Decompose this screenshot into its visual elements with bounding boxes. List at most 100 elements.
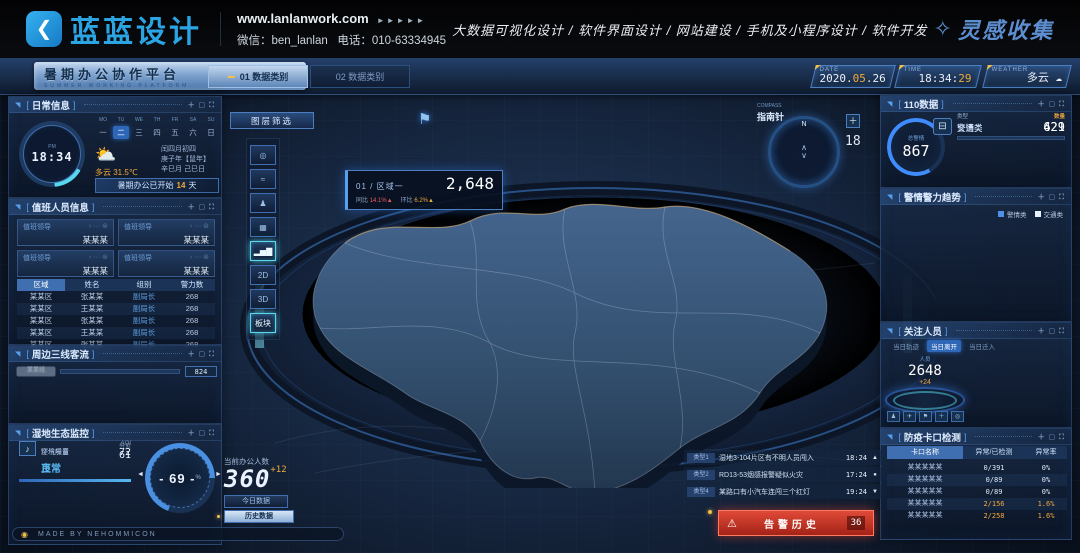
legend-item[interactable]: 警情类 (998, 209, 1027, 219)
zoom-in-button[interactable]: ＋ (846, 114, 860, 128)
alarm-trend-chart[interactable] (887, 219, 1067, 319)
panel-passenger-flow: ◥ [ 周边三线客流 ] ＋ ▢ ⛶ 某某线 2648 某某线 (8, 345, 222, 424)
layer-button-icon: 2D (258, 271, 268, 280)
mom-value: 6.2%▲ (414, 198, 434, 204)
focus-tab[interactable]: 当日离开 (927, 340, 961, 352)
card-person-name: 某某某 (124, 265, 209, 277)
duty-leader-cards: 值班领导› ··· ⊛ 某某某 值班领导› ··· ⊛ 某某某 值班领导› ··… (17, 219, 215, 277)
weekday-cell[interactable]: WE 三 (131, 117, 147, 139)
alarm-type-row: ⊟ 类型数量 交通类421 (957, 112, 1065, 140)
alert-text: 某路口有小汽车连闯三个红灯 (719, 487, 842, 497)
tool-icon[interactable]: ＋ (935, 411, 948, 422)
weekday-cell[interactable]: FR 五 (167, 117, 183, 139)
duty-leader-card[interactable]: 值班领导› ··· ⊛ 某某某 (17, 219, 114, 246)
alert-direction-icon: ▼ (871, 489, 879, 495)
data-category-tab[interactable]: ▬ 02 数据类别 (310, 65, 410, 88)
office-count-chart[interactable] (282, 456, 588, 536)
card-label: 值班领导 (124, 222, 152, 232)
weather-label: WEATHER (992, 67, 1029, 73)
tool-icon[interactable]: ♟ (887, 411, 900, 422)
alert-row[interactable]: 类型1 湿地3-104片区有不明人员闯入 18:24 ▲ (684, 450, 882, 465)
panel-control-icons[interactable]: ＋ ▢ ⛶ (1038, 432, 1065, 442)
data-category-tab[interactable]: ▬ 01 数据类别 (208, 65, 308, 88)
layer-button[interactable]: 3D (250, 289, 276, 309)
weekday-cell[interactable]: SU 日 (203, 117, 219, 139)
weekday-cell[interactable]: SA 六 (185, 117, 201, 139)
panel-control-icons[interactable]: ＋ ▢ ⛶ (1038, 99, 1065, 109)
tab-label: 01 数据类别 (240, 70, 289, 83)
focus-gauge-label: 人员 (883, 355, 967, 363)
lunar-date: 闰四月初四 (161, 145, 210, 155)
layer-button[interactable]: 板块 (250, 313, 276, 333)
duty-leader-card[interactable]: 值班领导› ··· ⊛ 某某某 (17, 250, 114, 277)
alert-list: 类型1 湿地3-104片区有不明人员闯入 18:24 ▲ 类型2 RD13-53… (684, 450, 882, 501)
focus-tab[interactable]: 当日轨迹 (889, 340, 923, 352)
bar-track (60, 369, 180, 374)
panel-control-icons[interactable]: ＋ ▢ ⛶ (188, 100, 215, 110)
site-info: www.lanlanwork.com►►►►► 微信：ben_lanlan 电话… (237, 10, 446, 48)
alert-type-tag: 类型4 (687, 487, 715, 497)
weather-cloud-icon: ⛅ (95, 145, 157, 165)
panel-checkpoint: ◥ [ 防疫卡口检测 ] ＋ ▢ ⛶ 卡口名称 异常/已检测 异常率 某某某某某… (880, 428, 1072, 540)
trend-legend: 警情类 交通类 (998, 209, 1063, 219)
map-flag-marker[interactable]: ⚑ (418, 110, 431, 128)
date-box: DATE 2020.05.26 (810, 65, 896, 88)
website-url[interactable]: www.lanlanwork.com (237, 11, 369, 26)
alert-history-button[interactable]: ⚠ 告警历史 36 (718, 510, 874, 536)
line-name-chip: 某某线 (17, 367, 55, 376)
layer-button-icon: 板块 (255, 318, 271, 329)
duty-leader-card[interactable]: 值班领导› ··· ⊛ 某某某 (118, 250, 215, 277)
active-dot (217, 515, 220, 518)
legend-item[interactable]: 交通类 (1035, 209, 1064, 219)
metric-unit: 分贝 (119, 441, 131, 450)
layer-button[interactable]: ▂▅▇ (250, 241, 276, 261)
alert-row[interactable]: 类型4 某路口有小汽车连闯三个红灯 19:24 ▼ (684, 484, 882, 499)
city-3d-map[interactable] (235, 143, 935, 488)
tool-icon[interactable]: ⚑ (919, 411, 932, 422)
gauge-right-arrow-icon[interactable]: ► (215, 471, 222, 478)
legend-swatch (998, 211, 1004, 217)
weekday-cell[interactable]: TU 二 (113, 117, 129, 139)
panel-control-icons[interactable]: ＋ ▢ ⛶ (188, 202, 215, 212)
card-label: 值班领导 (23, 222, 51, 232)
weekday-cell[interactable]: MO 一 (95, 117, 111, 139)
duty-table-header: 区域姓名 组别警力数 (17, 279, 215, 291)
sparkle-icon: ✧ (934, 16, 952, 42)
layer-button[interactable]: ◎ (250, 145, 276, 165)
duty-leader-card[interactable]: 值班领导› ··· ⊛ 某某某 (118, 219, 215, 246)
today-data-button[interactable]: 今日数据 (224, 495, 288, 508)
zoom-level: 18 (845, 134, 861, 149)
lanlan-logo-icon: ❮ (26, 11, 62, 47)
card-more-icon: › ··· ⊛ (89, 222, 108, 232)
duty-table-row: 某某区张某某 副局长268 (17, 291, 215, 303)
panel-title: 警情警力趋势 (904, 190, 961, 204)
tool-icon[interactable]: ✈ (903, 411, 916, 422)
panel-control-icons[interactable]: ＋ ▢ ⛶ (188, 349, 215, 359)
focus-bar-chart[interactable] (961, 341, 1071, 427)
clock-face: PM 18:34 (23, 125, 81, 183)
weekday-cell[interactable]: TH 四 (149, 117, 165, 139)
card-more-icon: › ··· ⊛ (190, 222, 209, 232)
layer-button[interactable]: 2D (250, 265, 276, 285)
alert-type-tag: 类型1 (687, 453, 715, 463)
panel-control-icons[interactable]: ＋ ▢ ⛶ (1038, 326, 1065, 336)
compass[interactable]: N ∧∨ (768, 116, 840, 188)
layer-button-icon: ▦ (259, 223, 267, 232)
panel-control-icons[interactable]: ＋ ▢ ⛶ (1038, 192, 1065, 202)
layer-button[interactable]: ▦ (250, 217, 276, 237)
panel-daily-info: ◥ [ 日常信息 ] ＋ ▢ ⛶ PM 18:34 MO 一 (8, 96, 222, 198)
time-box: TIME 18:34:29 (894, 65, 982, 88)
layer-button[interactable]: ≈ (250, 169, 276, 189)
panel-title: 关注人员 (904, 324, 942, 338)
alert-row[interactable]: 类型2 RD13-53烟感报警疑似火灾 17:24 ● (684, 467, 882, 482)
duty-table-row: 某某区王某某 副局长268 (17, 327, 215, 339)
layer-button[interactable]: ♟ (250, 193, 276, 213)
inspiration-collect[interactable]: ✧ 灵感收集 (934, 13, 1054, 45)
panel-control-icons[interactable]: ＋ ▢ ⛶ (188, 428, 215, 438)
watermark-text: MADE BY NEHOMMICON (38, 531, 157, 538)
alert-type-tag: 类型2 (687, 470, 715, 480)
north-indicator: N (801, 121, 806, 128)
metric-icon: ♪ (19, 441, 36, 456)
gauge-left-arrow-icon[interactable]: ◄ (137, 471, 144, 478)
card-more-icon: › ··· ⊛ (190, 253, 209, 263)
